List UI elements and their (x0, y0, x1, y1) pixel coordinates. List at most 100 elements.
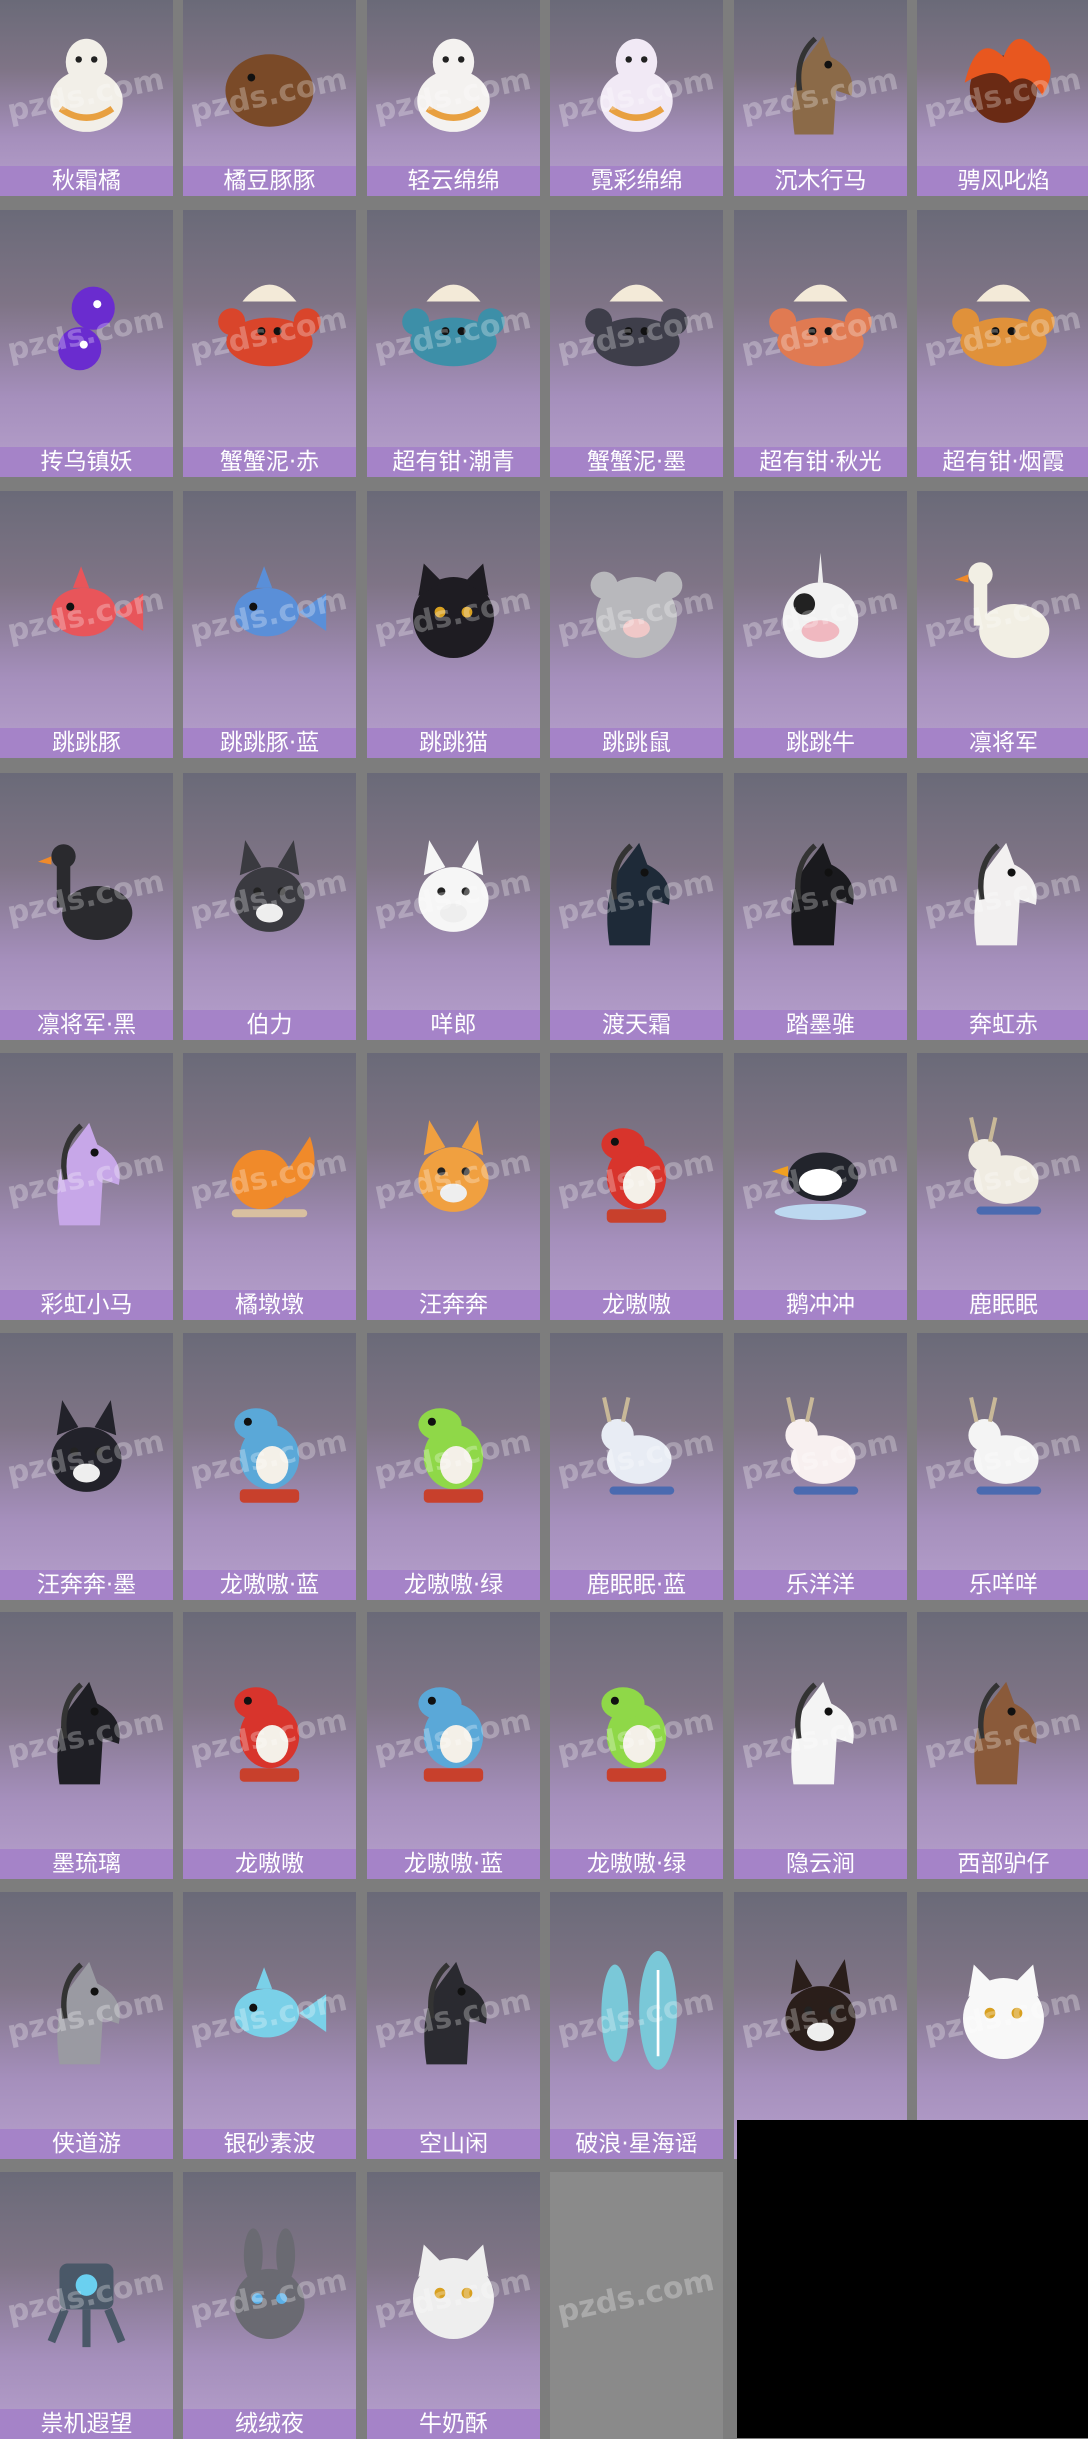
item-name: 凛将军·黑 (0, 1010, 173, 1040)
item-tile[interactable]: pzds.com 奔虹赤 (917, 773, 1088, 1040)
item-name: 抟乌镇妖 (0, 447, 173, 477)
mech-icon (0, 2172, 173, 2409)
item-tile[interactable]: pzds.com 侠道游 (0, 1892, 173, 2159)
item-tile[interactable]: pzds.com (917, 1892, 1088, 2159)
item-name: 跳跳豚 (0, 728, 173, 758)
penguin-icon (734, 1053, 907, 1290)
item-tile[interactable]: pzds.com 祟机遐望 (0, 2172, 173, 2439)
item-name: 凛将军 (917, 728, 1088, 758)
item-tile[interactable]: pzds.com (550, 2172, 723, 2439)
item-tile[interactable]: pzds.com 绒绒夜 (183, 2172, 356, 2439)
deer-icon (917, 1053, 1088, 1290)
item-tile[interactable]: pzds.com 乐洋洋 (734, 1333, 907, 1600)
dino-icon (183, 1612, 356, 1849)
item-name: 伯力 (183, 1010, 356, 1040)
item-tile[interactable]: pzds.com 鹅冲冲 (734, 1053, 907, 1320)
crab-icon (917, 210, 1088, 447)
item-tile[interactable]: pzds.com 龙嗷嗷·绿 (550, 1612, 723, 1879)
item-tile[interactable]: pzds.com 汪奔奔 (367, 1053, 540, 1320)
item-tile[interactable]: pzds.com 隐云涧 (734, 1612, 907, 1879)
item-name: 跳跳豚·蓝 (183, 728, 356, 758)
item-tile[interactable]: pzds.com 轻云绵绵 (367, 0, 540, 196)
item-tile[interactable]: pzds.com 抟乌镇妖 (0, 210, 173, 477)
item-name: 汪奔奔 (367, 1290, 540, 1320)
sheep-icon (734, 1333, 907, 1570)
item-name: 超有钳·潮青 (367, 447, 540, 477)
item-name: 轻云绵绵 (367, 166, 540, 196)
item-name: 破浪·星海谣 (550, 2129, 723, 2159)
item-tile[interactable]: pzds.com 沉木行马 (734, 0, 907, 196)
item-tile[interactable]: pzds.com 伯力 (183, 773, 356, 1040)
item-tile[interactable]: pzds.com 秋霜橘 (0, 0, 173, 196)
cat-icon (917, 1892, 1088, 2129)
item-name: 超有钳·烟霞 (917, 447, 1088, 477)
alpaca-icon (367, 0, 540, 166)
item-tile[interactable]: pzds.com 咩郎 (367, 773, 540, 1040)
item-tile[interactable]: pzds.com 龙嗷嗷·蓝 (183, 1333, 356, 1600)
item-tile[interactable]: pzds.com 蟹蟹泥·墨 (550, 210, 723, 477)
item-tile[interactable]: pzds.com 凛将军·黑 (0, 773, 173, 1040)
crab-icon (734, 210, 907, 447)
item-tile[interactable]: pzds.com 跳跳猫 (367, 491, 540, 758)
item-tile[interactable]: pzds.com 乐咩咩 (917, 1333, 1088, 1600)
item-name: 龙嗷嗷·蓝 (367, 1849, 540, 1879)
item-name: 银砂素波 (183, 2129, 356, 2159)
item-tile[interactable]: pzds.com 凛将军 (917, 491, 1088, 758)
pony-icon (0, 1053, 173, 1290)
item-tile[interactable]: pzds.com 超有钳·烟霞 (917, 210, 1088, 477)
item-tile[interactable]: pzds.com 龙嗷嗷 (550, 1053, 723, 1320)
cat-icon (367, 2172, 540, 2409)
item-tile[interactable]: pzds.com 龙嗷嗷·绿 (367, 1333, 540, 1600)
item-tile[interactable]: pzds.com 跳跳鼠 (550, 491, 723, 758)
item-tile[interactable]: pzds.com 彩虹小马 (0, 1053, 173, 1320)
item-tile[interactable]: pzds.com 牛奶酥 (367, 2172, 540, 2439)
horse-icon (734, 0, 907, 166)
item-tile[interactable]: pzds.com 龙嗷嗷·蓝 (367, 1612, 540, 1879)
flame-icon (917, 0, 1088, 166)
goose-icon (0, 773, 173, 1010)
item-tile[interactable]: pzds.com 鹿眠眠·蓝 (550, 1333, 723, 1600)
corgi-icon (367, 1053, 540, 1290)
item-name: 祟机遐望 (0, 2409, 173, 2439)
item-tile[interactable]: pzds.com 橘豆豚豚 (183, 0, 356, 196)
item-name: 骋风叱焰 (917, 166, 1088, 196)
donkey-icon (734, 1612, 907, 1849)
item-name: 绒绒夜 (183, 2409, 356, 2439)
item-name: 牛奶酥 (367, 2409, 540, 2439)
item-name: 龙嗷嗷·绿 (367, 1570, 540, 1600)
mouse-icon (550, 491, 723, 728)
item-tile[interactable]: pzds.com 超有钳·潮青 (367, 210, 540, 477)
item-tile[interactable]: pzds.com 汪奔奔·墨 (0, 1333, 173, 1600)
item-tile[interactable]: pzds.com 破浪·星海谣 (550, 1892, 723, 2159)
item-tile[interactable]: pzds.com 跳跳豚 (0, 491, 173, 758)
alpaca-icon (0, 0, 173, 166)
item-tile[interactable]: pzds.com 骋风叱焰 (917, 0, 1088, 196)
item-name: 龙嗷嗷·蓝 (183, 1570, 356, 1600)
item-name: 龙嗷嗷 (550, 1290, 723, 1320)
dog-icon (367, 773, 540, 1010)
item-name: 乐咩咩 (917, 1570, 1088, 1600)
fish-icon (183, 491, 356, 728)
dino-icon (550, 1612, 723, 1849)
item-tile[interactable]: pzds.com 蟹蟹泥·赤 (183, 210, 356, 477)
item-tile[interactable]: pzds.com 西部驴仔 (917, 1612, 1088, 1879)
item-name: 跳跳鼠 (550, 728, 723, 758)
item-name: 咩郎 (367, 1010, 540, 1040)
item-tile[interactable]: pzds.com 鹿眠眠 (917, 1053, 1088, 1320)
item-tile[interactable]: pzds.com 超有钳·秋光 (734, 210, 907, 477)
item-tile[interactable]: pzds.com 渡天霜 (550, 773, 723, 1040)
item-tile[interactable]: pzds.com 橘墩墩 (183, 1053, 356, 1320)
horse-icon (734, 773, 907, 1010)
item-name: 隐云涧 (734, 1849, 907, 1879)
item-tile[interactable]: pzds.com 银砂素波 (183, 1892, 356, 2159)
item-tile[interactable]: pzds.com 墨琉璃 (0, 1612, 173, 1879)
item-name: 橘墩墩 (183, 1290, 356, 1320)
item-tile[interactable]: pzds.com 龙嗷嗷 (183, 1612, 356, 1879)
item-tile[interactable]: pzds.com 跳跳豚·蓝 (183, 491, 356, 758)
horse-icon (917, 773, 1088, 1010)
item-tile[interactable]: pzds.com 霓彩绵绵 (550, 0, 723, 196)
item-tile[interactable]: pzds.com 踏墨骓 (734, 773, 907, 1040)
item-tile[interactable]: pzds.com 空山闲 (367, 1892, 540, 2159)
item-tile[interactable]: pzds.com 跳跳牛 (734, 491, 907, 758)
item-tile[interactable]: pzds.com (734, 1892, 907, 2159)
